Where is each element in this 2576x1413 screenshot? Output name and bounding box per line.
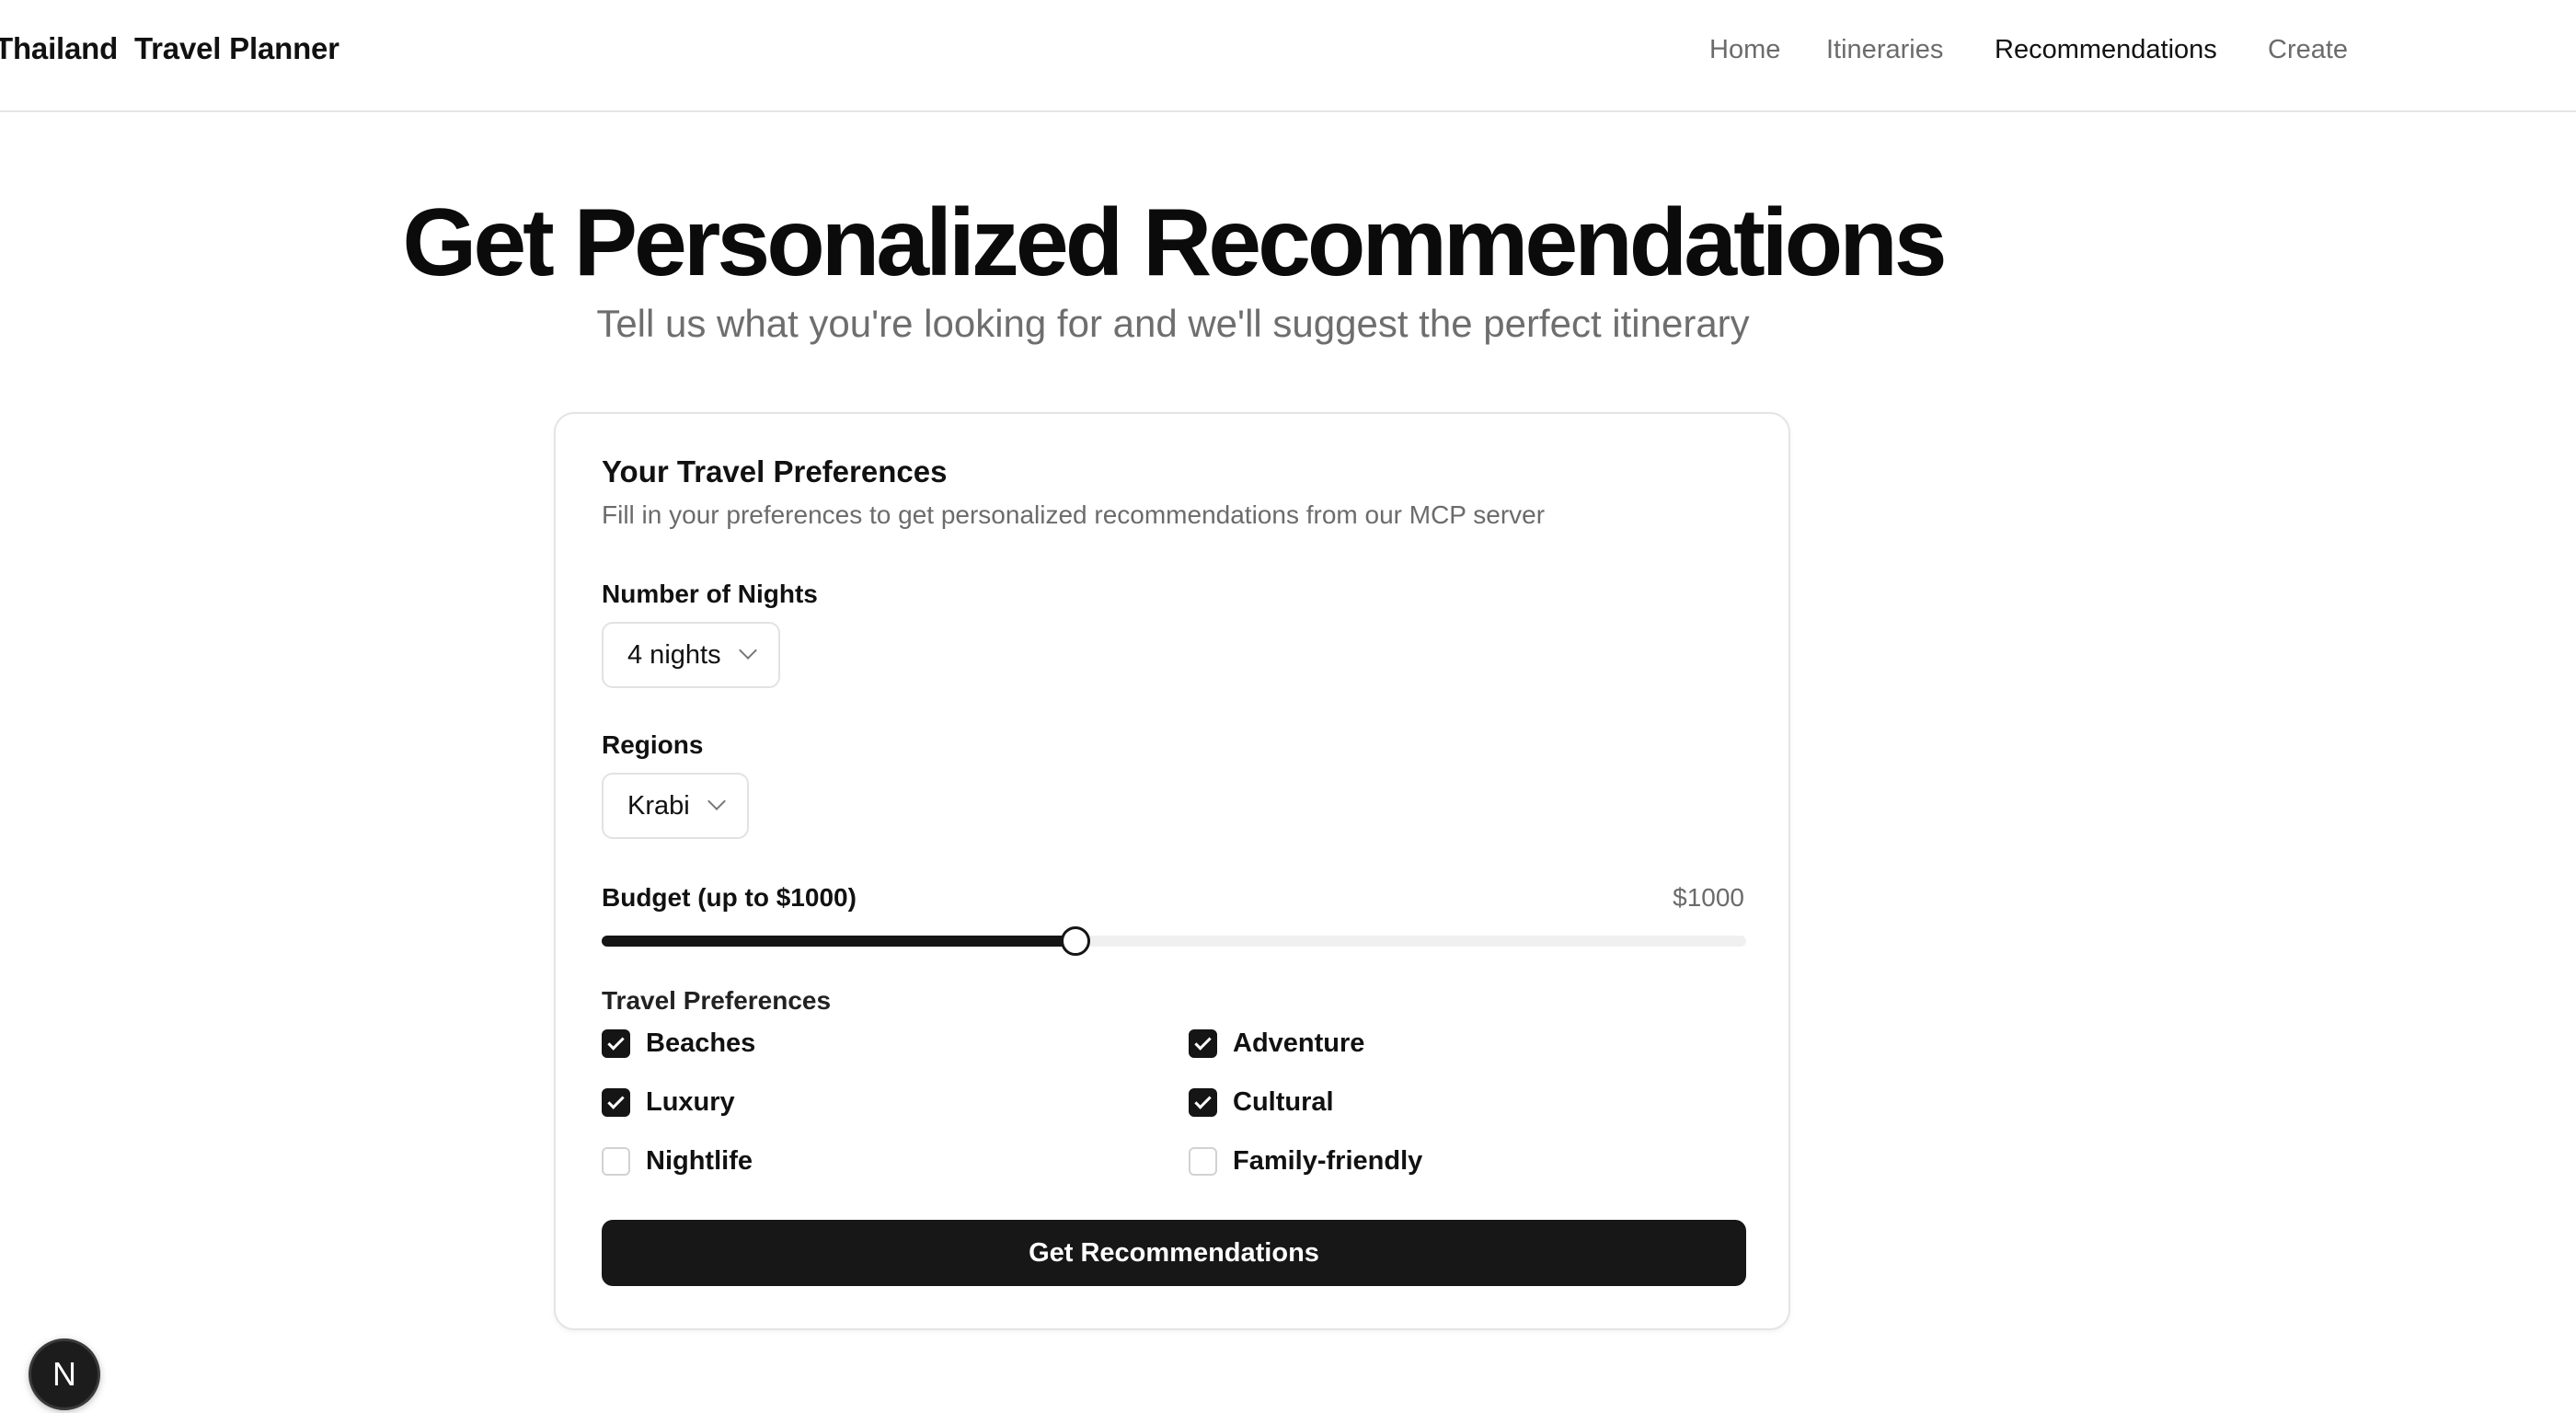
budget-value: $1000 xyxy=(1673,883,1744,912)
regions-select-value: Krabi xyxy=(627,790,690,821)
card-title: Your Travel Preferences xyxy=(602,454,948,488)
checkbox-nightlife[interactable]: Nightlife xyxy=(602,1143,753,1179)
checkbox-box[interactable] xyxy=(1189,1028,1217,1058)
check-icon xyxy=(1194,1091,1212,1109)
regions-select[interactable]: Krabi xyxy=(602,773,749,839)
card-description: Fill in your preferences to get personal… xyxy=(602,500,1546,529)
nextjs-dev-badge[interactable]: N xyxy=(29,1338,100,1410)
page-subtitle: Tell us what you're looking for and we'l… xyxy=(596,302,1750,345)
nav-link-home[interactable]: Home xyxy=(1709,35,1780,65)
chevron-down-icon xyxy=(707,792,726,810)
checkbox-box[interactable] xyxy=(602,1146,630,1176)
checkbox-family-friendly[interactable]: Family-friendly xyxy=(1189,1143,1422,1179)
budget-slider-fill xyxy=(602,936,1076,947)
check-icon xyxy=(607,1032,625,1051)
check-icon xyxy=(607,1091,625,1109)
checkbox-box[interactable] xyxy=(1189,1087,1217,1117)
main-nav: Home Itineraries Recommendations Create xyxy=(0,35,2576,72)
checkbox-cultural[interactable]: Cultural xyxy=(1189,1084,1334,1120)
get-recommendations-button[interactable]: Get Recommendations xyxy=(602,1220,1746,1286)
budget-slider[interactable] xyxy=(602,926,1746,956)
travel-preferences-label: Travel Preferences xyxy=(602,986,832,1015)
nav-link-create[interactable]: Create xyxy=(2268,35,2348,65)
checkbox-luxury[interactable]: Luxury xyxy=(602,1084,735,1120)
nights-label: Number of Nights xyxy=(602,580,818,608)
budget-label: Budget (up to $1000) xyxy=(602,883,857,912)
checkbox-beaches[interactable]: Beaches xyxy=(602,1025,755,1062)
checkbox-label: Nightlife xyxy=(646,1145,753,1176)
checkbox-box[interactable] xyxy=(602,1087,630,1117)
checkbox-label: Adventure xyxy=(1233,1028,1365,1058)
budget-slider-thumb[interactable] xyxy=(1061,926,1091,956)
checkbox-label: Luxury xyxy=(646,1086,735,1117)
top-navbar: Thailand Travel Planner Home Itineraries… xyxy=(0,0,2576,112)
checkbox-label: Family-friendly xyxy=(1233,1145,1423,1176)
nights-select-value: 4 nights xyxy=(627,639,721,670)
checkbox-box[interactable] xyxy=(602,1028,630,1058)
chevron-down-icon xyxy=(738,641,757,660)
checkbox-adventure[interactable]: Adventure xyxy=(1189,1025,1364,1062)
nav-link-recommendations[interactable]: Recommendations xyxy=(1995,35,2217,65)
checkbox-box[interactable] xyxy=(1189,1146,1217,1176)
nights-select[interactable]: 4 nights xyxy=(602,622,780,688)
checkbox-label: Cultural xyxy=(1233,1086,1334,1117)
nav-link-itineraries[interactable]: Itineraries xyxy=(1826,35,1943,65)
page: Thailand Travel Planner Home Itineraries… xyxy=(0,0,2576,1413)
check-icon xyxy=(1194,1032,1212,1051)
page-title: Get Personalized Recommendations xyxy=(402,190,1947,296)
preferences-card: Your Travel Preferences Fill in your pre… xyxy=(554,412,1790,1330)
checkbox-label: Beaches xyxy=(646,1028,756,1058)
regions-label: Regions xyxy=(602,730,704,759)
